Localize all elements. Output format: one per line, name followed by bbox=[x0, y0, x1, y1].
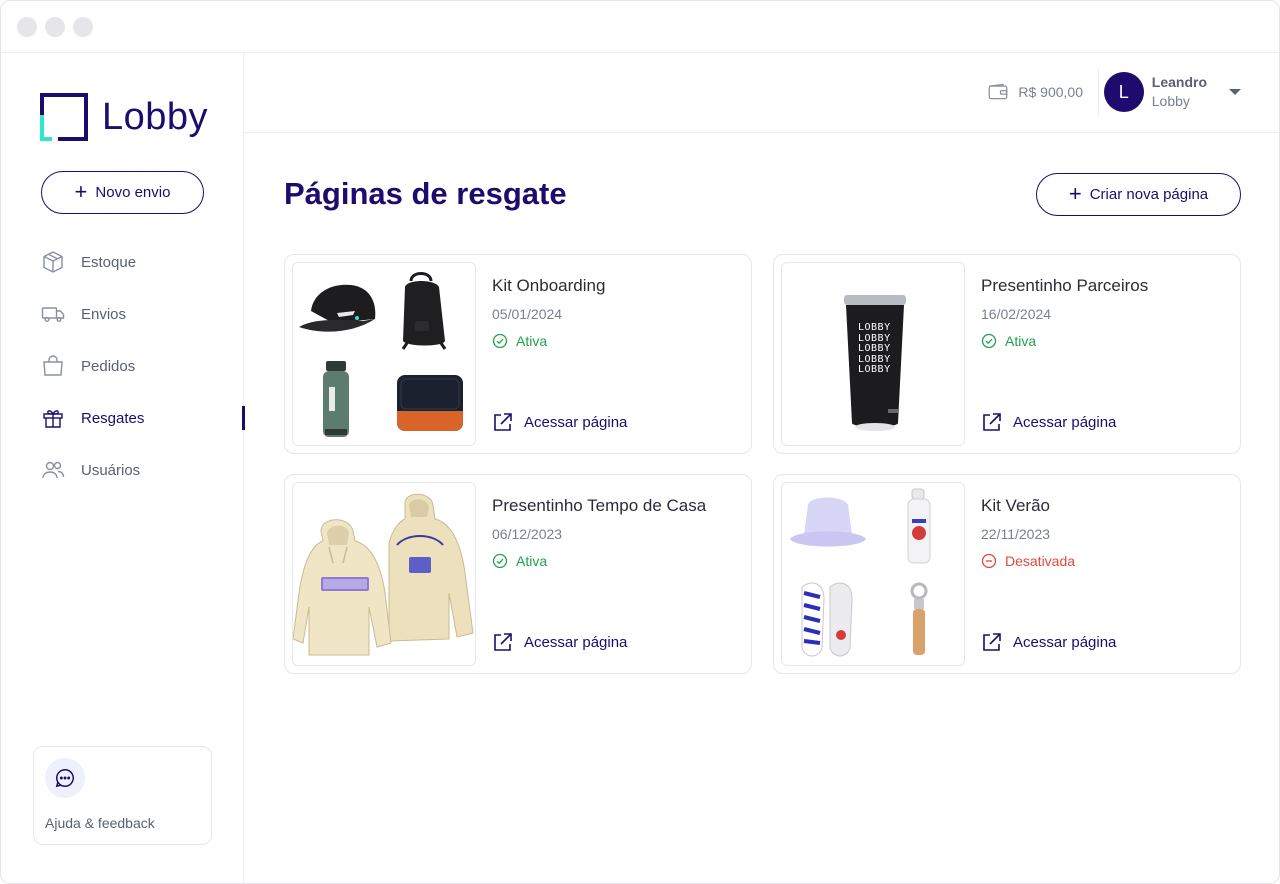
help-feedback-card[interactable]: Ajuda & feedback bbox=[33, 746, 212, 845]
redemption-card: Kit Onboarding 05/01/2024 Ativa Acessar … bbox=[284, 254, 752, 454]
user-org: Lobby bbox=[1151, 93, 1190, 109]
new-shipment-button[interactable]: + Novo envio bbox=[41, 171, 204, 214]
external-link-icon bbox=[494, 633, 512, 651]
access-page-link[interactable]: Acessar página bbox=[492, 411, 627, 433]
window-close-dot[interactable] bbox=[17, 17, 37, 37]
redemption-card: LOBBY LOBBY LOBBY LOBBY LOBBY Presentinh… bbox=[773, 254, 1241, 454]
card-date: 05/01/2024 bbox=[492, 306, 563, 322]
app-window: Lobby + Novo envio Estoque Envios Pedido… bbox=[0, 0, 1280, 884]
summer-kit-image bbox=[790, 488, 931, 657]
avatar: L bbox=[1103, 72, 1144, 112]
help-label: Ajuda & feedback bbox=[45, 815, 155, 831]
sidebar-item-label: Resgates bbox=[81, 409, 145, 427]
card-date: 16/02/2024 bbox=[981, 306, 1052, 322]
external-link-icon bbox=[983, 633, 1001, 651]
tumbler-print-line: LOBBY bbox=[858, 322, 891, 333]
card-date: 22/11/2023 bbox=[981, 526, 1051, 542]
gift-icon bbox=[43, 410, 63, 428]
window-maximize-dot[interactable] bbox=[73, 17, 93, 37]
access-page-label: Acessar página bbox=[524, 633, 628, 651]
tumbler-print-line: LOBBY bbox=[858, 364, 891, 375]
card-title: Presentinho Tempo de Casa bbox=[492, 496, 707, 515]
status-label: Desativada bbox=[1005, 553, 1076, 569]
card-date: 06/12/2023 bbox=[492, 526, 563, 542]
external-link-icon bbox=[983, 413, 1001, 431]
external-link-icon bbox=[494, 413, 512, 431]
sidebar-item-resgates[interactable]: Resgates bbox=[1, 392, 245, 444]
window-titlebar bbox=[1, 1, 1279, 53]
status-label: Ativa bbox=[516, 333, 548, 349]
users-icon bbox=[42, 461, 65, 479]
sidebar-item-label: Estoque bbox=[81, 253, 137, 271]
plus-icon: + bbox=[1068, 180, 1082, 206]
chevron-down-icon bbox=[1229, 89, 1241, 95]
redemption-card: Kit Verão 22/11/2023 Desativada Acessar … bbox=[773, 474, 1241, 674]
product-thumbnail bbox=[781, 482, 965, 666]
sidebar-item-envios[interactable]: Envios bbox=[1, 288, 244, 340]
sidebar-item-pedidos[interactable]: Pedidos bbox=[1, 340, 244, 392]
sidebar-item-estoque[interactable]: Estoque bbox=[1, 236, 244, 288]
sidebar: Lobby + Novo envio Estoque Envios Pedido… bbox=[1, 53, 245, 883]
access-page-link[interactable]: Acessar página bbox=[981, 631, 1116, 653]
product-thumbnail bbox=[292, 262, 476, 446]
status-label: Ativa bbox=[516, 553, 548, 569]
access-page-link[interactable]: Acessar página bbox=[981, 411, 1116, 433]
topbar-divider bbox=[1098, 69, 1099, 117]
page-title: Páginas de resgate bbox=[284, 176, 567, 211]
status-badge: Desativada bbox=[981, 553, 1075, 569]
minus-circle-icon bbox=[981, 553, 997, 569]
card-title: Kit Verão bbox=[981, 496, 1050, 515]
bag-icon bbox=[43, 355, 63, 376]
hoodies-image bbox=[293, 493, 474, 656]
status-badge: Ativa bbox=[492, 333, 547, 349]
access-page-link[interactable]: Acessar página bbox=[492, 631, 627, 653]
check-circle-icon bbox=[492, 333, 508, 349]
sidebar-item-label: Pedidos bbox=[81, 357, 136, 375]
status-badge: Ativa bbox=[492, 553, 547, 569]
card-title: Presentinho Parceiros bbox=[981, 276, 1149, 295]
tumbler-print-line: LOBBY bbox=[858, 343, 891, 354]
check-circle-icon bbox=[492, 553, 508, 569]
kit-products-image bbox=[299, 272, 463, 437]
topbar: R$ 900,00 L Leandro Lobby bbox=[244, 53, 1279, 133]
create-page-label: Criar nova página bbox=[1089, 186, 1209, 203]
chat-icon bbox=[45, 758, 85, 798]
logo-mark-icon bbox=[40, 93, 88, 141]
wallet-balance: R$ 900,00 bbox=[988, 83, 1083, 101]
status-label: Ativa bbox=[1005, 333, 1037, 349]
check-circle-icon bbox=[981, 333, 997, 349]
access-page-label: Acessar página bbox=[524, 413, 628, 431]
balance-value: R$ 900,00 bbox=[1018, 84, 1083, 100]
product-thumbnail bbox=[292, 482, 476, 666]
sidebar-item-label: Envios bbox=[81, 305, 127, 323]
access-page-label: Acessar página bbox=[1013, 413, 1117, 431]
wallet-icon bbox=[989, 83, 1008, 100]
sidebar-item-usuarios[interactable]: Usuários bbox=[1, 444, 244, 496]
status-badge: Ativa bbox=[981, 333, 1036, 349]
product-thumbnail: LOBBY LOBBY LOBBY LOBBY LOBBY bbox=[781, 262, 965, 446]
logo-text: Lobby bbox=[102, 96, 209, 138]
box-icon bbox=[43, 251, 63, 273]
access-page-label: Acessar página bbox=[1013, 633, 1117, 651]
card-title: Kit Onboarding bbox=[492, 276, 606, 295]
truck-icon bbox=[41, 307, 65, 322]
new-shipment-label: Novo envio bbox=[95, 184, 171, 201]
redemption-card: Presentinho Tempo de Casa 06/12/2023 Ati… bbox=[284, 474, 752, 674]
user-name: Leandro bbox=[1151, 74, 1207, 90]
window-minimize-dot[interactable] bbox=[45, 17, 65, 37]
user-info: Leandro Lobby bbox=[1152, 73, 1207, 111]
logo[interactable]: Lobby bbox=[40, 93, 210, 141]
user-menu[interactable]: L Leandro Lobby bbox=[1103, 72, 1241, 112]
plus-icon: + bbox=[74, 178, 88, 204]
tumbler-print: LOBBY LOBBY LOBBY LOBBY LOBBY bbox=[858, 322, 896, 376]
sidebar-nav: Estoque Envios Pedidos Resgates Usuários bbox=[1, 236, 245, 496]
sidebar-item-label: Usuários bbox=[81, 461, 141, 479]
create-page-button[interactable]: + Criar nova página bbox=[1036, 173, 1241, 216]
